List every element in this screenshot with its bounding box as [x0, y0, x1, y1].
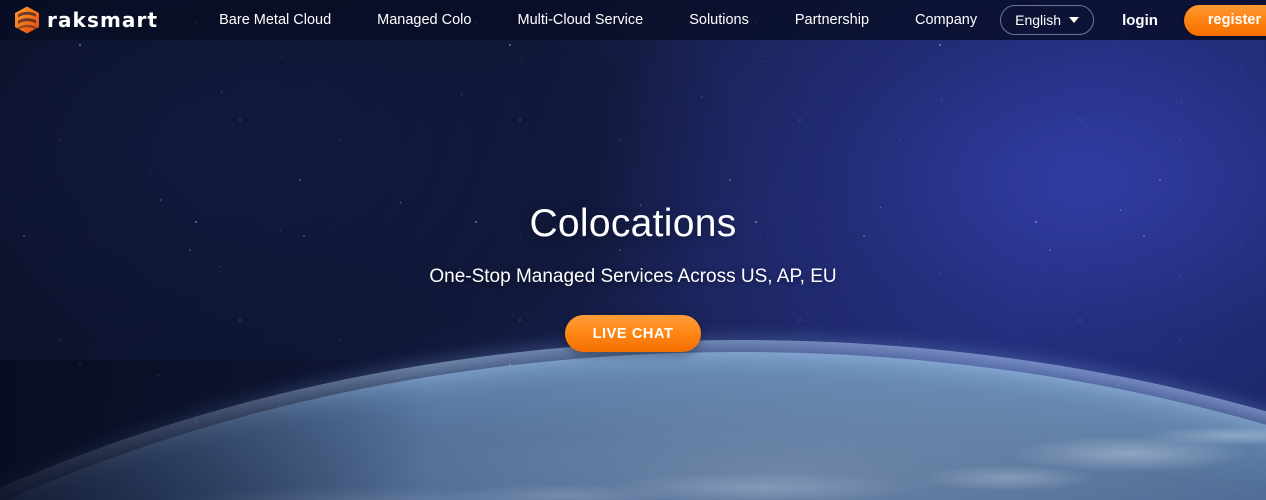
header-actions: English login register: [1000, 4, 1266, 36]
nav-item-solutions[interactable]: Solutions: [666, 0, 772, 40]
starfield-layer-near: [0, 0, 1266, 500]
chevron-down-icon: [1069, 17, 1080, 23]
hero-content: Colocations One-Stop Managed Services Ac…: [0, 0, 1266, 500]
brand-logo[interactable]: raksmart: [14, 6, 158, 34]
main-nav: Bare Metal Cloud Managed Colo Multi-Clou…: [196, 0, 1000, 40]
nav-item-company[interactable]: Company: [892, 0, 1000, 40]
page-title: Colocations: [529, 202, 737, 245]
login-link[interactable]: login: [1122, 12, 1158, 29]
nav-item-managed-colo[interactable]: Managed Colo: [354, 0, 494, 40]
site-header: raksmart Bare Metal Cloud Managed Colo M…: [0, 0, 1266, 40]
nav-item-partnership[interactable]: Partnership: [772, 0, 892, 40]
starfield-layer-mid: [0, 0, 1266, 500]
atmosphere-glow: [0, 340, 1266, 500]
hexagon-stripes-logo-icon: [15, 6, 39, 34]
earth-horizon: [0, 0, 1266, 500]
hero-subtitle: One-Stop Managed Services Across US, AP,…: [429, 266, 837, 287]
register-button[interactable]: register: [1183, 4, 1266, 36]
language-selector-label: English: [1015, 12, 1062, 28]
brand-wordmark: raksmart: [47, 8, 159, 32]
cloud-layer: [0, 392, 1266, 500]
hero-banner: raksmart Bare Metal Cloud Managed Colo M…: [0, 0, 1266, 500]
live-chat-button[interactable]: LIVE CHAT: [564, 315, 702, 352]
earth-globe: [0, 352, 1266, 500]
language-selector[interactable]: English: [1000, 5, 1095, 35]
nav-item-bare-metal-cloud[interactable]: Bare Metal Cloud: [196, 0, 354, 40]
earth-terminator-shadow: [0, 360, 430, 500]
nav-item-multi-cloud-service[interactable]: Multi-Cloud Service: [494, 0, 666, 40]
starfield-layer-bright: [0, 0, 1266, 500]
